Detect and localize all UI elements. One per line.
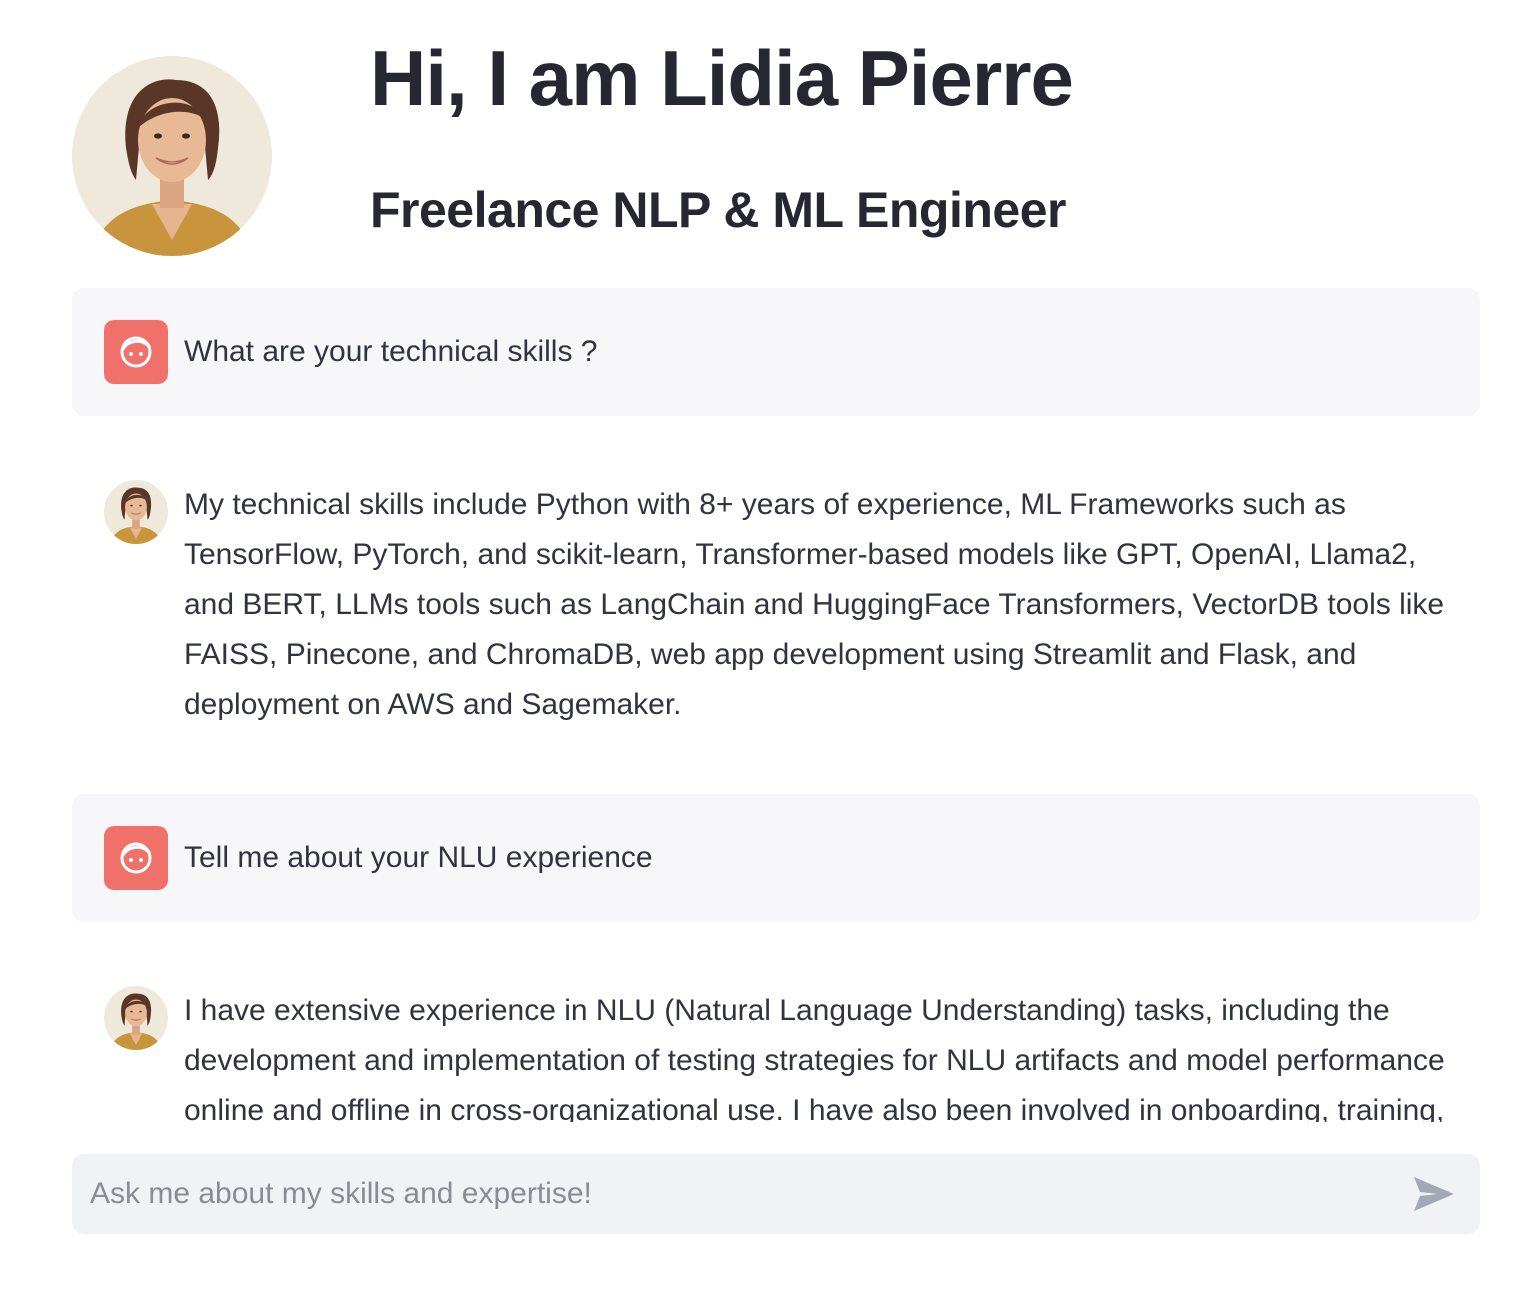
chat-message-text: Tell me about your NLU experience	[184, 841, 653, 874]
page-subtitle: Freelance NLP & ML Engineer	[370, 182, 1066, 238]
profile-avatar	[72, 56, 272, 256]
face-icon	[120, 842, 152, 874]
send-icon[interactable]	[1412, 1174, 1456, 1214]
page-title: Hi, I am Lidia Pierre	[370, 34, 1074, 122]
face-icon	[120, 336, 152, 368]
assistant-avatar	[104, 480, 168, 544]
chat-message-user: What are your technical skills ?	[72, 288, 1480, 416]
chat-history[interactable]: What are your technical skills ? My tech…	[72, 288, 1480, 1122]
chat-message-text: My technical skills include Python with …	[184, 488, 1445, 721]
user-avatar	[104, 320, 168, 384]
chat-message-text: What are your technical skills ?	[184, 335, 598, 368]
chat-message-assistant: My technical skills include Python with …	[72, 454, 1480, 754]
user-avatar	[104, 826, 168, 890]
chat-message-user: Tell me about your NLU experience	[72, 794, 1480, 922]
chat-message-assistant: I have extensive experience in NLU (Natu…	[72, 960, 1480, 1122]
chat-message-text: I have extensive experience in NLU (Natu…	[184, 994, 1445, 1122]
chat-input-container	[72, 1154, 1480, 1234]
chat-input[interactable]	[90, 1154, 1390, 1234]
assistant-avatar	[104, 986, 168, 1050]
